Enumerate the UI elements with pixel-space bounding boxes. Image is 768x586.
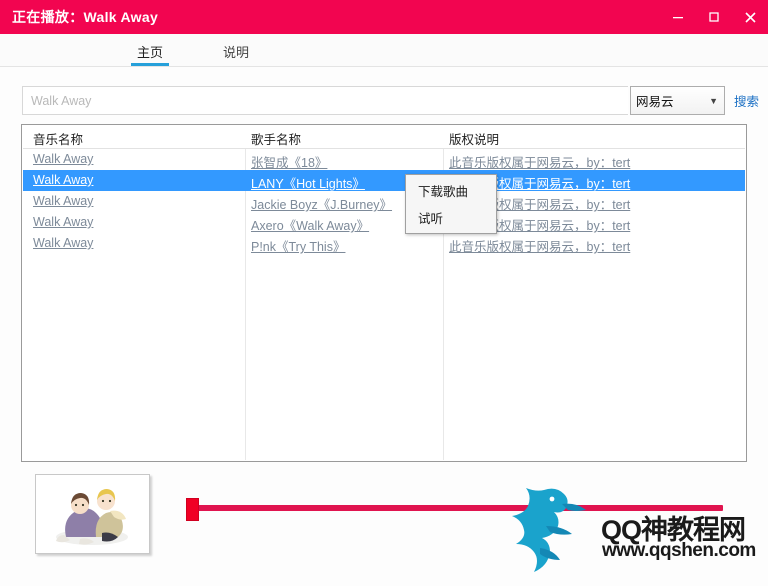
album-art[interactable] [35,474,150,554]
tab-help[interactable]: 说明 [217,42,255,66]
seek-thumb[interactable] [186,498,199,521]
window-title: 正在播放：Walk Away [12,9,159,25]
minimize-button[interactable] [660,0,696,34]
window-controls [660,0,768,34]
maximize-button[interactable] [696,0,732,34]
cell-name: Walk Away [33,152,94,166]
column-header-artist[interactable]: 歌手名称 [251,129,301,148]
table-row[interactable]: Walk Away LANY《Hot Lights》 此音乐版权属于网易云，by… [23,170,745,191]
search-button[interactable]: 搜索 [734,86,759,115]
cell-copyright: 此音乐版权属于网易云，by：tert [449,240,631,254]
table-row[interactable]: Walk Away Axero《Walk Away》 此音乐版权属于网易云，by… [23,212,745,233]
app-window: 正在播放：Walk Away 主页 说明 Walk Away 网易云 ▼ 搜索 … [0,0,768,586]
context-menu-item-download[interactable]: 下载歌曲 [406,177,496,204]
table-row[interactable]: Walk Away Jackie Boyz《J.Burney》 此音乐版权属于网… [23,191,745,212]
cell-artist: 张智成《18》 [251,156,328,170]
cell-copyright: 此音乐版权属于网易云，by：tert [449,156,631,170]
column-header-name[interactable]: 音乐名称 [33,129,83,148]
results-panel-inner: 音乐名称 歌手名称 版权说明 Walk Away 张智成《18》 此音乐版权属于… [23,126,745,460]
results-panel: 音乐名称 歌手名称 版权说明 Walk Away 张智成《18》 此音乐版权属于… [21,124,747,462]
table-row[interactable]: Walk Away 张智成《18》 此音乐版权属于网易云，by：tert [23,149,745,170]
source-select[interactable]: 网易云 ▼ [630,86,725,115]
cell-artist: LANY《Hot Lights》 [251,177,365,191]
watermark-url: www.qqshen.com [602,540,756,561]
cell-artist: P!nk《Try This》 [251,240,346,254]
column-header-copyright[interactable]: 版权说明 [449,129,499,148]
context-menu: 下载歌曲 试听 [405,174,497,234]
minimize-icon [673,17,683,19]
cell-name: Walk Away [33,173,94,187]
cell-artist: Jackie Boyz《J.Burney》 [251,198,393,212]
cell-name: Walk Away [33,215,94,229]
maximize-icon [709,12,719,22]
seek-track[interactable] [188,505,723,511]
playback-seek-slider[interactable] [180,497,725,521]
tab-home[interactable]: 主页 [131,42,170,66]
table-body: Walk Away 张智成《18》 此音乐版权属于网易云，by：tert Wal… [23,149,745,254]
close-button[interactable] [732,0,768,34]
cell-name: Walk Away [33,236,94,250]
search-bar: 网易云 ▼ 搜索 [22,86,759,115]
source-select-value: 网易云 [636,95,674,109]
cell-artist: Axero《Walk Away》 [251,219,370,233]
tab-bar: 主页 说明 [0,34,768,67]
table-header: 音乐名称 歌手名称 版权说明 [23,126,745,149]
context-menu-item-preview[interactable]: 试听 [406,204,496,231]
cell-name: Walk Away [33,194,94,208]
close-icon [744,11,756,23]
album-art-illustration [36,475,149,553]
chevron-down-icon: ▼ [709,95,718,106]
search-input[interactable] [22,86,628,115]
title-bar: 正在播放：Walk Away [0,0,768,34]
table-row[interactable]: Walk Away P!nk《Try This》 此音乐版权属于网易云，by：t… [23,233,745,254]
